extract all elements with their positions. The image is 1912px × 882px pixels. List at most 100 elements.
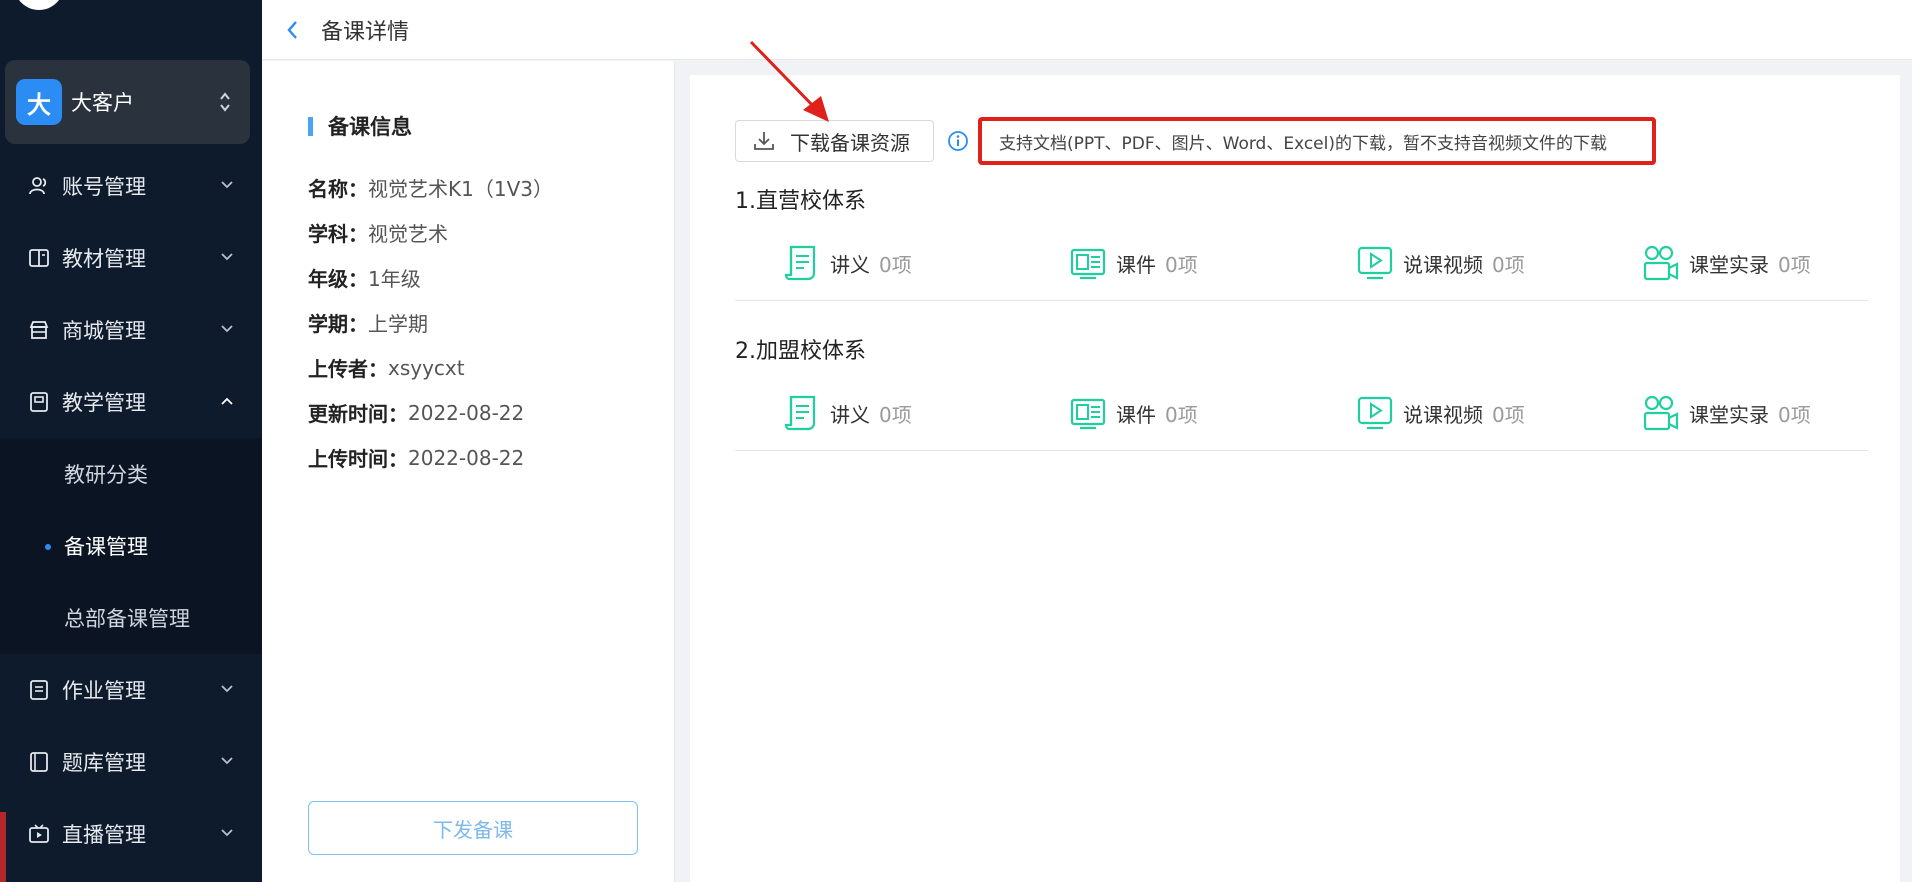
resource-courseware[interactable]: 课件 0项	[1068, 241, 1198, 285]
question-bank-icon	[28, 751, 50, 773]
info-key: 学期：	[308, 312, 368, 336]
info-value: 上学期	[368, 312, 428, 336]
sidebar-item-teaching[interactable]: 教学管理	[0, 366, 262, 438]
video-icon	[1357, 396, 1393, 430]
switch-arrows-icon	[220, 92, 230, 112]
resource-handout[interactable]: 讲义 0项	[782, 241, 912, 285]
info-value: xsyycxt	[388, 355, 465, 380]
info-key: 更新时间：	[308, 402, 408, 426]
page-title: 备课详情	[321, 19, 410, 45]
resource-label: 说课视频	[1403, 402, 1483, 427]
resource-count: 0项	[1492, 252, 1525, 277]
info-value: 视觉艺术	[368, 222, 448, 246]
sidebar-item-lesson-prep[interactable]: 备课管理	[0, 510, 262, 582]
window-edge	[0, 812, 6, 882]
resource-count: 0项	[879, 252, 912, 277]
resource-count: 0项	[879, 402, 912, 427]
resource-label: 讲义	[830, 402, 870, 427]
download-resources-button[interactable]: 下载备课资源	[735, 120, 934, 162]
chevron-down-icon	[221, 253, 233, 261]
back-arrow-icon[interactable]	[282, 19, 304, 41]
shop-icon	[28, 319, 50, 341]
sidebar-item-question-bank[interactable]: 题库管理	[0, 726, 262, 798]
section-accent-bar	[308, 116, 313, 136]
info-key: 名称：	[308, 177, 368, 201]
info-key: 上传时间：	[308, 447, 408, 471]
handout-icon	[784, 245, 816, 281]
sidebar-item-label: 作业管理	[62, 679, 146, 703]
resource-row: 讲义 0项 课件 0项 说课视频 0项 课堂实录 0项	[735, 233, 1868, 301]
sidebar-item-label: 商城管理	[62, 319, 146, 343]
chevron-up-icon	[221, 397, 233, 405]
tenant-avatar: 大	[16, 79, 62, 125]
info-value: 1年级	[368, 267, 421, 291]
resource-courseware[interactable]: 课件 0项	[1068, 391, 1198, 435]
resource-count: 0项	[1778, 402, 1811, 427]
info-row-grade: 年级： 1年级	[308, 255, 553, 300]
resource-count: 0项	[1492, 402, 1525, 427]
info-list: 名称： 视觉艺术K1（1V3） 学科： 视觉艺术 年级： 1年级 学期： 上学期…	[308, 165, 553, 480]
resource-label: 课堂实录	[1689, 402, 1769, 427]
logo	[14, 0, 64, 10]
sidebar-item-label: 教研分类	[64, 463, 148, 487]
download-tip: 支持文档(PPT、PDF、图片、Word、Excel)的下载，暂不支持音视频文件…	[978, 117, 1656, 165]
group-title: 2.加盟校体系	[735, 339, 866, 364]
sidebar-item-shop[interactable]: 商城管理	[0, 294, 262, 366]
courseware-icon	[1070, 398, 1106, 430]
teaching-icon	[28, 391, 50, 413]
chevron-down-icon	[221, 829, 233, 837]
info-key: 上传者：	[308, 357, 388, 381]
video-icon	[1357, 246, 1393, 280]
sidebar-item-label: 直播管理	[62, 823, 146, 847]
section-heading: 备课信息	[308, 111, 412, 141]
resource-classroom-record[interactable]: 课堂实录 0项	[1641, 241, 1811, 285]
sidebar-item-account[interactable]: 账号管理	[0, 150, 262, 222]
resource-label: 课堂实录	[1689, 252, 1769, 277]
resource-label: 课件	[1116, 402, 1156, 427]
resource-count: 0项	[1165, 252, 1198, 277]
info-row-term: 学期： 上学期	[308, 300, 553, 345]
info-row-name: 名称： 视觉艺术K1（1V3）	[308, 165, 553, 210]
dispatch-lesson-button[interactable]: 下发备课	[308, 801, 638, 855]
sidebar: 大 大客户 账号管理 教材管理 商城管理 教学管理 教研分类 备课管理 总部备课…	[0, 0, 262, 882]
handout-icon	[784, 395, 816, 431]
info-value: 2022-08-22	[408, 400, 525, 425]
sidebar-menu: 账号管理 教材管理 商城管理 教学管理 教研分类 备课管理 总部备课管理 作业管…	[0, 150, 262, 870]
resource-row: 讲义 0项 课件 0项 说课视频 0项 课堂实录 0项	[735, 383, 1868, 451]
sidebar-item-research-category[interactable]: 教研分类	[0, 438, 262, 510]
resource-label: 讲义	[830, 252, 870, 277]
classroom-record-icon	[1643, 245, 1679, 281]
sidebar-item-hq-lesson-prep[interactable]: 总部备课管理	[0, 582, 262, 654]
live-icon	[28, 823, 50, 845]
resource-label: 说课视频	[1403, 252, 1483, 277]
sidebar-item-live[interactable]: 直播管理	[0, 798, 262, 870]
section-title: 备课信息	[328, 115, 412, 139]
sidebar-item-textbook[interactable]: 教材管理	[0, 222, 262, 294]
sidebar-item-homework[interactable]: 作业管理	[0, 654, 262, 726]
sidebar-item-label: 教材管理	[62, 247, 146, 271]
resource-classroom-record[interactable]: 课堂实录 0项	[1641, 391, 1811, 435]
homework-icon	[28, 679, 50, 701]
resource-handout[interactable]: 讲义 0项	[782, 391, 912, 435]
info-key: 年级：	[308, 267, 368, 291]
resource-card: 下载备课资源 支持文档(PPT、PDF、图片、Word、Excel)的下载，暂不…	[690, 75, 1900, 882]
tenant-switcher[interactable]: 大 大客户	[5, 60, 250, 144]
info-key: 学科：	[308, 222, 368, 246]
active-dot	[45, 544, 51, 550]
sidebar-item-label: 题库管理	[62, 751, 146, 775]
resource-lecture-video[interactable]: 说课视频 0项	[1355, 391, 1525, 435]
resource-count: 0项	[1778, 252, 1811, 277]
download-icon	[754, 132, 774, 150]
resource-lecture-video[interactable]: 说课视频 0项	[1355, 241, 1525, 285]
chevron-down-icon	[221, 181, 233, 189]
page-header: 备课详情	[262, 0, 1912, 60]
info-row-upload-time: 上传时间： 2022-08-22	[308, 435, 553, 480]
info-row-updated-time: 更新时间： 2022-08-22	[308, 390, 553, 435]
user-icon	[28, 175, 50, 197]
sidebar-item-label: 账号管理	[62, 175, 146, 199]
info-row-uploader: 上传者： xsyycxt	[308, 345, 553, 390]
teaching-submenu: 教研分类 备课管理 总部备课管理	[0, 438, 262, 654]
resource-label: 课件	[1116, 252, 1156, 277]
info-value: 视觉艺术K1（1V3）	[368, 177, 553, 201]
courseware-icon	[1070, 248, 1106, 280]
